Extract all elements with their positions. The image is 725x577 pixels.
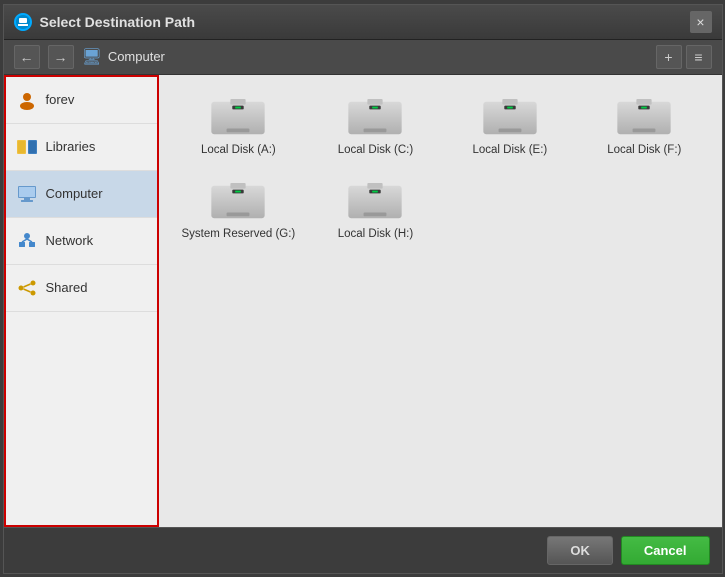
dialog-icon [14,13,32,31]
disk-label: Local Disk (C:) [338,144,413,156]
toolbar: ← → 🖥 Computer + ≡ [4,40,722,75]
forward-button[interactable]: → [48,45,74,69]
disk-icon [346,98,404,138]
shared-icon [16,277,38,299]
disk-icon [209,98,267,138]
disk-item-disk-g[interactable]: System Reserved (G:) [174,174,304,248]
disk-item-disk-f[interactable]: Local Disk (F:) [582,90,706,164]
library-icon [16,136,38,158]
cancel-button[interactable]: Cancel [621,536,710,565]
footer: OK Cancel [4,527,722,573]
disk-label: Local Disk (H:) [338,228,413,240]
view-button[interactable]: ≡ [686,45,712,69]
disk-label: Local Disk (A:) [201,144,276,156]
sidebar-item-forev[interactable]: forev [6,77,157,124]
title-bar: Select Destination Path × [4,5,722,40]
sidebar-item-network[interactable]: Network [6,218,157,265]
dialog-title: Select Destination Path [40,14,196,30]
disk-label: System Reserved (G:) [182,228,296,240]
sidebar-label-computer: Computer [46,186,103,201]
disk-icon [209,182,267,222]
sidebar-label-shared: Shared [46,280,88,295]
disk-item-disk-e[interactable]: Local Disk (E:) [448,90,572,164]
ok-button[interactable]: OK [547,536,613,565]
title-bar-left: Select Destination Path [14,13,196,31]
sidebar-item-libraries[interactable]: Libraries [6,124,157,171]
sidebar: forev Libraries [4,75,159,527]
close-button[interactable]: × [690,11,712,33]
disk-item-disk-h[interactable]: Local Disk (H:) [313,174,437,248]
disk-icon [615,98,673,138]
disk-item-disk-a[interactable]: Local Disk (A:) [174,90,304,164]
sidebar-label-network: Network [46,233,94,248]
main-content: Local Disk (A:) Loc [159,75,722,527]
disk-grid: Local Disk (A:) Loc [174,90,707,248]
disk-label: Local Disk (F:) [607,144,681,156]
back-button[interactable]: ← [14,45,40,69]
new-folder-button[interactable]: + [656,45,682,69]
toolbar-right: + ≡ [656,45,712,69]
sidebar-item-computer[interactable]: Computer [6,171,157,218]
network-icon [16,230,38,252]
location-bar: 🖥 Computer [82,47,648,67]
sidebar-item-shared[interactable]: Shared [6,265,157,312]
sidebar-label-forev: forev [46,92,75,107]
location-text: Computer [108,49,165,64]
computer-icon [16,183,38,205]
user-icon [16,89,38,111]
disk-icon [481,98,539,138]
content-area: forev Libraries [4,75,722,527]
disk-item-disk-c[interactable]: Local Disk (C:) [313,90,437,164]
sidebar-label-libraries: Libraries [46,139,96,154]
disk-label: Local Disk (E:) [472,144,547,156]
dialog: Select Destination Path × ← → 🖥 Computer… [3,4,723,574]
disk-icon [346,182,404,222]
location-icon: 🖥 [82,47,102,67]
